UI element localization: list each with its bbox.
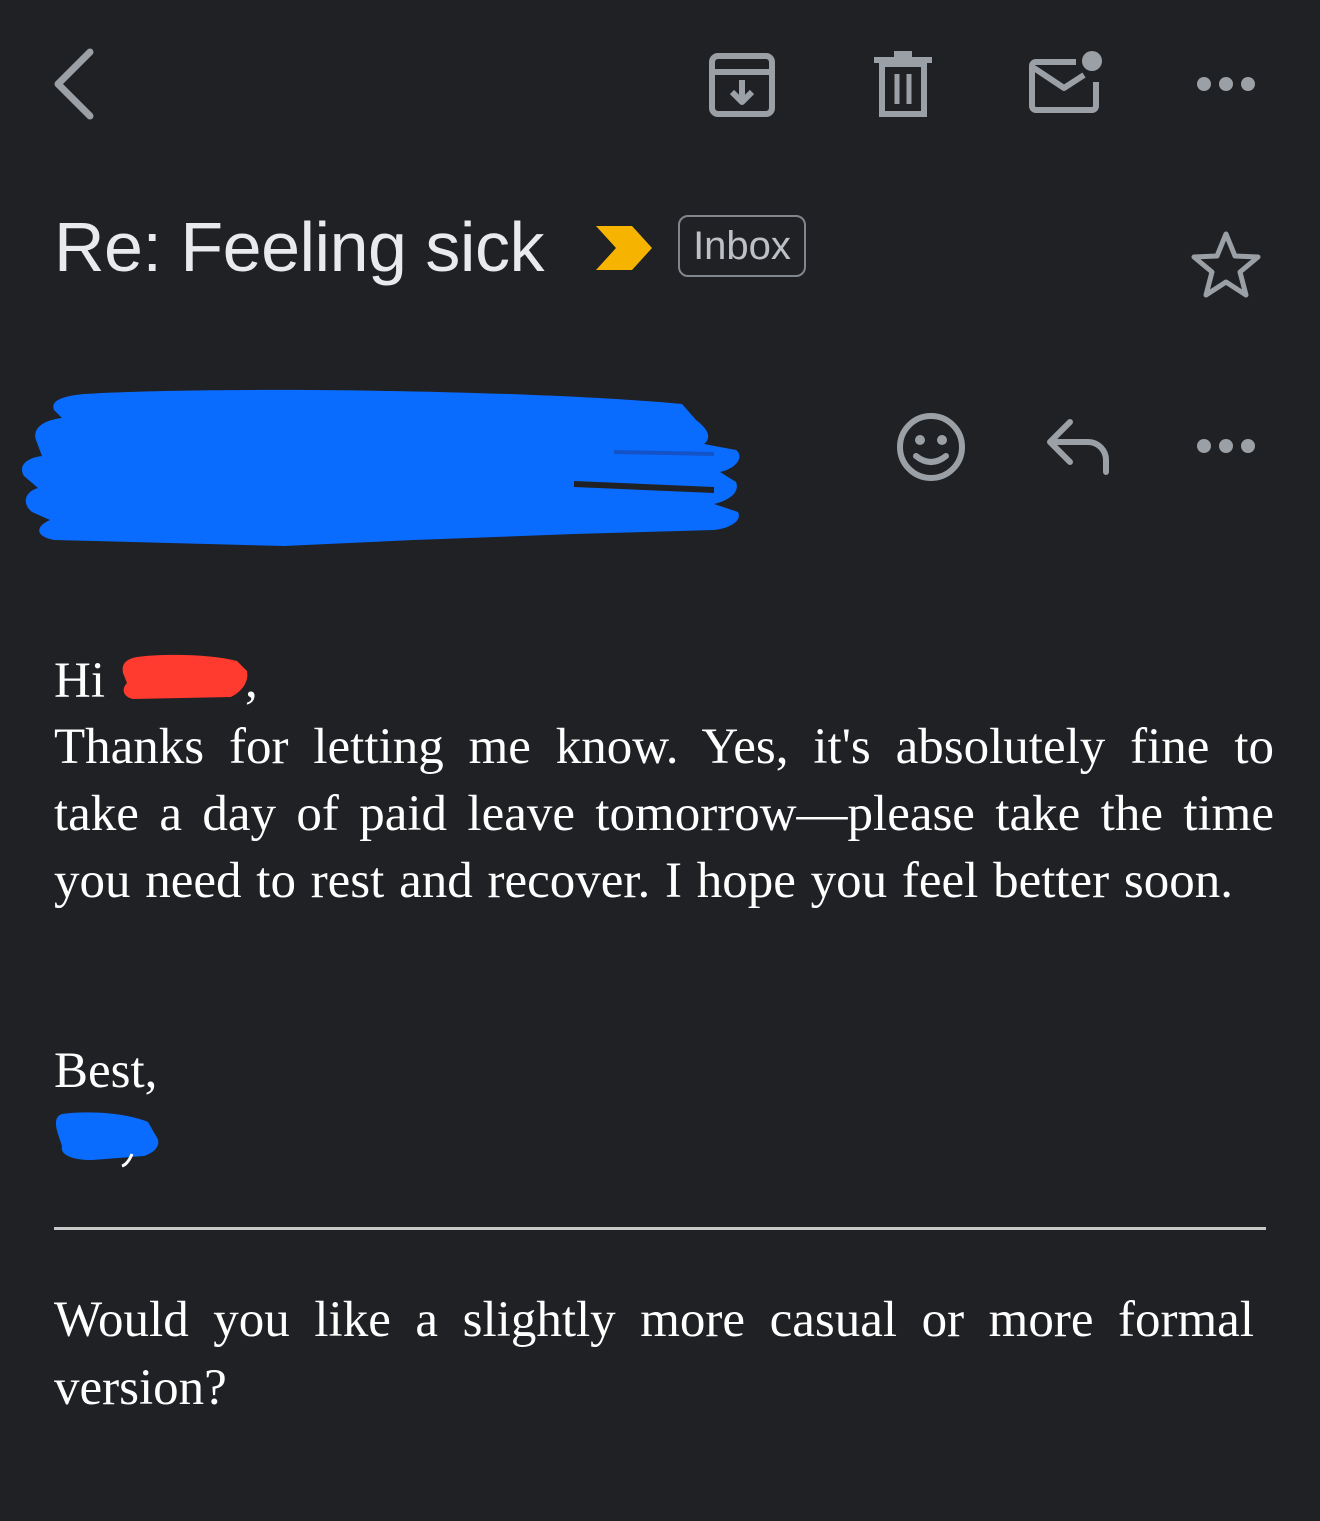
sender-redaction [14, 380, 754, 560]
email-subject: Re: Feeling sick [54, 208, 544, 286]
message-more-options-button[interactable] [1190, 424, 1262, 468]
followup-question: Would you like a slightly more casual or… [54, 1292, 1254, 1416]
reply-icon [1047, 419, 1109, 475]
greeting-prefix: Hi [54, 653, 105, 709]
divider [54, 1227, 1266, 1230]
inbox-label[interactable]: Inbox [678, 215, 806, 277]
archive-button[interactable] [700, 44, 784, 128]
delete-button[interactable] [866, 44, 940, 128]
trash-icon [874, 51, 932, 117]
back-button[interactable] [40, 40, 112, 130]
star-button[interactable] [1188, 228, 1264, 304]
signature-redaction [52, 1106, 164, 1170]
signoff: Best, [54, 1043, 158, 1099]
mark-unread-button[interactable] [1022, 44, 1110, 128]
reply-button[interactable] [1040, 414, 1118, 480]
chevron-left-icon [54, 48, 94, 120]
greeting-comma: , [245, 653, 258, 709]
more-horizontal-icon [1197, 439, 1255, 453]
add-reaction-button[interactable] [890, 406, 972, 488]
greeting-line: Hi, [54, 648, 258, 714]
more-options-button[interactable] [1190, 60, 1262, 108]
add-reaction-icon [897, 413, 965, 481]
importance-marker-icon [592, 222, 656, 274]
more-horizontal-icon [1197, 77, 1255, 91]
archive-icon [709, 53, 775, 117]
mark-unread-icon [1029, 51, 1102, 113]
recipient-name-redaction [119, 653, 249, 703]
message-paragraph: Thanks for letting me know. Yes, it's ab… [54, 719, 1274, 909]
star-outline-icon [1191, 231, 1261, 298]
